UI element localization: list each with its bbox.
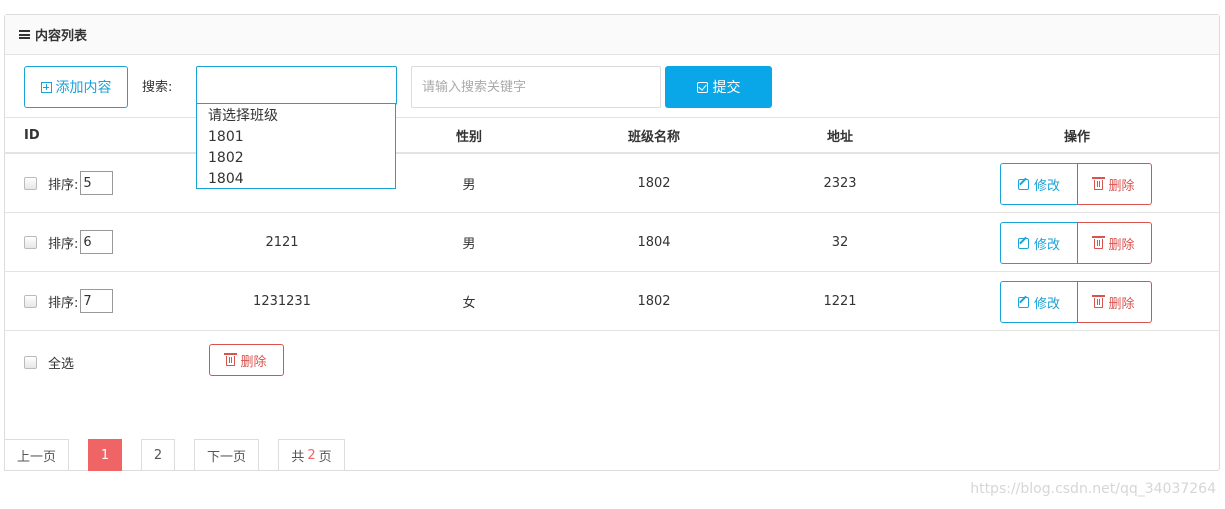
edit-label: 修改 <box>1033 296 1060 312</box>
row-name: 1231231 <box>253 293 311 309</box>
row-gender: 女 <box>462 295 476 311</box>
header-id: ID <box>24 127 40 143</box>
table-footer: 全选 删除 <box>4 332 1220 392</box>
sort-input[interactable] <box>80 230 114 254</box>
submit-label: 提交 <box>712 80 741 96</box>
class-option[interactable]: 1802 <box>197 148 395 169</box>
row-checkbox[interactable] <box>24 235 37 249</box>
header-gender: 性别 <box>455 129 483 145</box>
edit-label: 修改 <box>1033 237 1060 253</box>
sort-label: 排序: <box>48 236 79 252</box>
edit-button[interactable]: 修改 <box>1000 163 1078 205</box>
panel-title: 内容列表 <box>35 29 88 44</box>
check-square-icon <box>696 81 708 93</box>
add-content-button[interactable]: 添加内容 <box>24 66 128 108</box>
class-select[interactable] <box>196 66 397 105</box>
row-class-name: 1802 <box>637 175 671 191</box>
edit-icon <box>1017 178 1029 190</box>
panel-heading: 内容列表 <box>5 15 1219 55</box>
plus-square-icon <box>40 81 52 93</box>
table-header: ID 性别 班级名称 地址 操作 <box>4 118 1220 154</box>
row-class-name: 1802 <box>637 293 671 309</box>
trash-icon <box>1092 295 1106 308</box>
add-content-label: 添加内容 <box>55 80 112 96</box>
table-row: 排序: 2121 男 1804 32 修改 删除 <box>4 213 1220 272</box>
row-class-name: 1804 <box>637 234 671 250</box>
delete-label: 删除 <box>1108 296 1135 312</box>
row-checkbox[interactable] <box>24 294 37 308</box>
next-page-button[interactable]: 下一页 <box>194 439 259 471</box>
trash-icon <box>224 353 238 366</box>
row-actions: 修改 删除 <box>1000 222 1152 264</box>
prev-page-button[interactable]: 上一页 <box>4 439 69 471</box>
header-class-name: 班级名称 <box>627 129 681 145</box>
content-table: ID 性别 班级名称 地址 操作 排序: 男 1802 2323 修改 删除 <box>4 118 1220 331</box>
select-all-checkbox[interactable] <box>24 355 37 369</box>
keyword-input[interactable] <box>411 66 661 108</box>
class-option[interactable]: 请选择班级 <box>197 106 395 127</box>
row-address: 1221 <box>823 293 857 309</box>
row-gender: 男 <box>462 177 476 193</box>
delete-button[interactable]: 删除 <box>1077 222 1152 264</box>
row-actions: 修改 删除 <box>1000 281 1152 323</box>
row-gender: 男 <box>462 236 476 252</box>
edit-icon <box>1017 296 1029 308</box>
class-select-dropdown: 请选择班级 1801 1802 1804 <box>196 103 396 189</box>
total-count: 2 <box>307 447 316 463</box>
header-address: 地址 <box>826 129 854 145</box>
search-label: 搜索: <box>142 80 173 95</box>
row-address: 32 <box>831 234 849 250</box>
toolbar: 添加内容 搜索: 提交 <box>5 56 1219 118</box>
select-all-label: 全选 <box>48 356 75 372</box>
trash-icon <box>1092 177 1106 190</box>
delete-label: 删除 <box>1108 178 1135 194</box>
row-actions: 修改 删除 <box>1000 163 1152 205</box>
page-1-button[interactable]: 1 <box>88 439 122 471</box>
watermark: https://blog.csdn.net/qq_34037264 <box>970 481 1216 497</box>
sort-label: 排序: <box>48 177 79 193</box>
delete-button[interactable]: 删除 <box>1077 281 1152 323</box>
menu-icon <box>19 30 30 39</box>
batch-delete-button[interactable]: 删除 <box>209 344 284 376</box>
edit-icon <box>1017 237 1029 249</box>
total-suffix: 页 <box>318 449 332 465</box>
trash-icon <box>1092 236 1106 249</box>
class-option[interactable]: 1804 <box>197 169 395 190</box>
class-option[interactable]: 1801 <box>197 127 395 148</box>
sort-input[interactable] <box>80 289 114 313</box>
delete-button[interactable]: 删除 <box>1077 163 1152 205</box>
row-checkbox[interactable] <box>24 176 37 190</box>
row-name: 2121 <box>265 234 299 250</box>
sort-label: 排序: <box>48 295 79 311</box>
total-prefix: 共 <box>291 449 305 465</box>
table-row: 排序: 男 1802 2323 修改 删除 <box>4 154 1220 213</box>
delete-label: 删除 <box>1108 237 1135 253</box>
edit-button[interactable]: 修改 <box>1000 222 1078 264</box>
total-pages: 共 2 页 <box>278 439 345 471</box>
submit-button[interactable]: 提交 <box>665 66 772 108</box>
edit-button[interactable]: 修改 <box>1000 281 1078 323</box>
row-address: 2323 <box>823 175 857 191</box>
page-2-button[interactable]: 2 <box>141 439 175 471</box>
table-row: 排序: 1231231 女 1802 1221 修改 删除 <box>4 272 1220 331</box>
sort-input[interactable] <box>80 171 114 195</box>
header-actions: 操作 <box>1063 129 1091 145</box>
batch-delete-label: 删除 <box>240 354 267 370</box>
edit-label: 修改 <box>1033 178 1060 194</box>
